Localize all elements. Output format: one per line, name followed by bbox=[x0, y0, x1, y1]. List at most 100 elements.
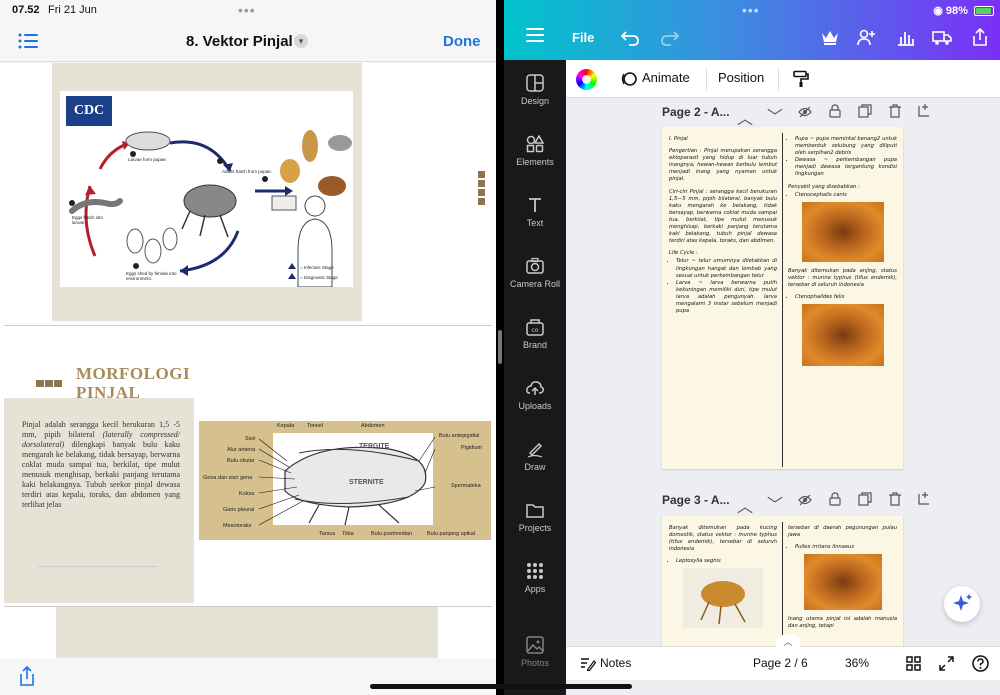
list-item-dewasa[interactable]: Dewasa ~ perkembangan pupa menjadi dewas… bbox=[795, 157, 897, 178]
list-item-telur[interactable]: Telur ~ telur umumnya diletakkan di ling… bbox=[676, 258, 777, 279]
label-abdomen: Abdomen bbox=[361, 423, 385, 429]
morfologi-body: Pinjal adalah serangga kecil berukuran 1… bbox=[22, 420, 180, 510]
sidebar-item-projects[interactable]: Projects bbox=[504, 501, 566, 533]
sidebar-item-design[interactable]: Design bbox=[504, 74, 566, 106]
text-penyakit[interactable]: Penyakit yang disebabkan : bbox=[788, 184, 897, 191]
add-page-icon[interactable] bbox=[918, 491, 932, 505]
camera-icon bbox=[526, 257, 544, 274]
hamburger-menu-icon[interactable] bbox=[526, 28, 544, 42]
page-2-sheet[interactable]: I. Pinjal Pengertian : Pinjal merupakan … bbox=[662, 127, 903, 469]
page-3-left-column[interactable]: Banyak ditemukan pada kucing domestik, s… bbox=[669, 525, 777, 629]
share-people-icon[interactable] bbox=[856, 28, 876, 46]
viewer-bottom-bar bbox=[0, 658, 496, 695]
sidebar-item-camera-roll[interactable]: Camera Roll bbox=[504, 257, 566, 289]
flea-photo-canis[interactable] bbox=[802, 201, 884, 262]
page-2-left-column[interactable]: I. Pinjal Pengertian : Pinjal merupakan … bbox=[669, 136, 777, 315]
split-view-divider[interactable] bbox=[496, 0, 504, 695]
text-pengertian[interactable]: Pengertian : Pinjal merupakan serangga e… bbox=[669, 148, 777, 183]
chevron-up-icon[interactable]: ︿ bbox=[737, 105, 753, 128]
species-3[interactable]: Leptosylla segnis bbox=[676, 558, 777, 565]
sidebar-item-label: Design bbox=[520, 96, 549, 106]
file-menu[interactable]: File bbox=[572, 30, 594, 45]
document-scroll-area[interactable]: CDC Larvae form pupae. Adults hatch from… bbox=[0, 63, 496, 658]
lock-icon[interactable] bbox=[828, 492, 842, 506]
chevron-down-icon[interactable]: ﹀ bbox=[767, 491, 783, 514]
species-2[interactable]: Ctenophalides felis bbox=[795, 294, 897, 301]
duplicate-page-icon[interactable] bbox=[858, 492, 872, 506]
crown-icon[interactable] bbox=[820, 28, 840, 46]
canva-bottom-bar: ︿ Notes Page 2 / 6 36% bbox=[566, 635, 1000, 680]
hide-page-icon[interactable] bbox=[798, 105, 812, 119]
undo-icon[interactable] bbox=[620, 28, 640, 46]
sidebar-item-draw[interactable]: Draw bbox=[504, 440, 566, 472]
text-life-cycle[interactable]: Life Cycle : bbox=[669, 250, 777, 257]
chevron-up-icon[interactable]: ︿ bbox=[737, 493, 753, 516]
animate-button[interactable]: Animate bbox=[642, 70, 690, 85]
split-view-handle[interactable] bbox=[498, 330, 502, 364]
fullscreen-icon[interactable] bbox=[939, 656, 954, 671]
page-3-title[interactable]: Page 3 - A... bbox=[662, 493, 730, 507]
color-picker-icon[interactable] bbox=[576, 69, 597, 90]
multitask-dots-icon[interactable]: ••• bbox=[238, 2, 256, 18]
add-page-icon[interactable] bbox=[918, 103, 932, 117]
sidebar-item-photos[interactable]: Photos bbox=[504, 636, 566, 668]
delete-page-icon[interactable] bbox=[888, 104, 902, 118]
text-felis-desc[interactable]: Banyak ditemukan pada kucing domestik, s… bbox=[669, 525, 777, 553]
flea-photo-felis[interactable] bbox=[802, 304, 884, 367]
grid-view-icon[interactable] bbox=[906, 656, 921, 671]
page-indicator[interactable]: Page 2 / 6 bbox=[753, 656, 808, 670]
page-3-sheet[interactable]: Banyak ditemukan pada kucing domestik, s… bbox=[662, 516, 903, 646]
flea-photo-leptosylla[interactable] bbox=[683, 568, 763, 629]
flea-anatomy-figure: Kepala Torsiel Abdomen Bulu antepigidial… bbox=[199, 421, 491, 540]
table-of-contents-icon[interactable] bbox=[18, 33, 38, 49]
projects-icon bbox=[526, 504, 544, 518]
text-pullex-desc[interactable]: Inang utama pinjal ini adalah manusia da… bbox=[788, 616, 897, 630]
sidebar-item-uploads[interactable]: Uploads bbox=[504, 379, 566, 411]
share-icon[interactable] bbox=[18, 666, 36, 686]
hide-page-icon[interactable] bbox=[798, 493, 812, 507]
position-button[interactable]: Position bbox=[718, 70, 764, 85]
done-button[interactable]: Done bbox=[443, 33, 481, 50]
page-2-right-column[interactable]: Pupa ~ pupa memintal benang2 untuk membe… bbox=[788, 136, 897, 367]
text-distribution[interactable]: tersebar di daerah pegunungan pulau jawa bbox=[788, 525, 897, 539]
paint-roller-icon[interactable] bbox=[792, 70, 810, 88]
insights-chart-icon[interactable] bbox=[896, 28, 916, 46]
sidebar-item-elements[interactable]: Elements bbox=[504, 135, 566, 167]
list-item-larva[interactable]: Larva ~ larva berwarna putih kekuningan … bbox=[676, 280, 777, 315]
notes-button[interactable]: Notes bbox=[600, 656, 631, 670]
flea-photo-pullex[interactable] bbox=[804, 554, 882, 611]
multitask-dots-icon[interactable]: ••• bbox=[742, 2, 760, 18]
species-4[interactable]: Pullex irritans linnaeus bbox=[795, 544, 897, 551]
label-tibia: Tibia bbox=[342, 531, 354, 537]
label-tergite: TERGITE bbox=[359, 443, 390, 450]
help-icon[interactable] bbox=[972, 655, 989, 672]
text-heading[interactable]: I. Pinjal bbox=[669, 136, 777, 143]
sidebar-item-brand[interactable]: co Brand bbox=[504, 318, 566, 350]
text-canis-desc[interactable]: Banyak ditemukan pada anjing, status vek… bbox=[788, 268, 897, 289]
lock-icon[interactable] bbox=[828, 104, 842, 118]
sidebar-item-text[interactable]: Text bbox=[504, 196, 566, 228]
label-bulu-okular: Bulu okular bbox=[227, 458, 255, 464]
list-item-pupa[interactable]: Pupa ~ pupa memintal benang2 untuk membe… bbox=[795, 136, 897, 157]
chevron-down-icon[interactable]: ﹀ bbox=[767, 103, 783, 126]
species-1[interactable]: Ctenocephalis canis bbox=[795, 192, 897, 199]
page-3-right-column[interactable]: tersebar di daerah pegunungan pulau jawa… bbox=[788, 525, 897, 635]
page-2-title[interactable]: Page 2 - A... bbox=[662, 105, 730, 119]
upload-share-icon[interactable] bbox=[970, 28, 990, 46]
flea-illustration bbox=[700, 581, 746, 625]
print-delivery-truck-icon[interactable] bbox=[932, 28, 952, 46]
delete-page-icon[interactable] bbox=[888, 492, 902, 506]
caption-infective: = Infective Stage bbox=[300, 265, 334, 270]
canva-canvas[interactable]: Page 2 - A... ︿ ﹀ I. Pinjal Pengertian :… bbox=[566, 98, 1000, 646]
home-indicator[interactable] bbox=[370, 684, 632, 689]
wifi-icon: ◉ bbox=[933, 5, 943, 17]
chevron-down-icon[interactable]: ▾ bbox=[294, 34, 308, 48]
magic-assistant-button[interactable] bbox=[944, 586, 980, 622]
chevron-up-icon[interactable]: ︿ bbox=[776, 635, 800, 649]
document-title[interactable]: 8. Vektor Pinjal bbox=[186, 33, 293, 50]
redo-icon[interactable] bbox=[660, 28, 680, 46]
sidebar-item-apps[interactable]: Apps bbox=[504, 562, 566, 594]
zoom-level[interactable]: 36% bbox=[845, 656, 869, 670]
duplicate-page-icon[interactable] bbox=[858, 104, 872, 118]
text-ciri-ciri[interactable]: Ciri-ciri Pinjal : serangga kecil beruku… bbox=[669, 189, 777, 246]
